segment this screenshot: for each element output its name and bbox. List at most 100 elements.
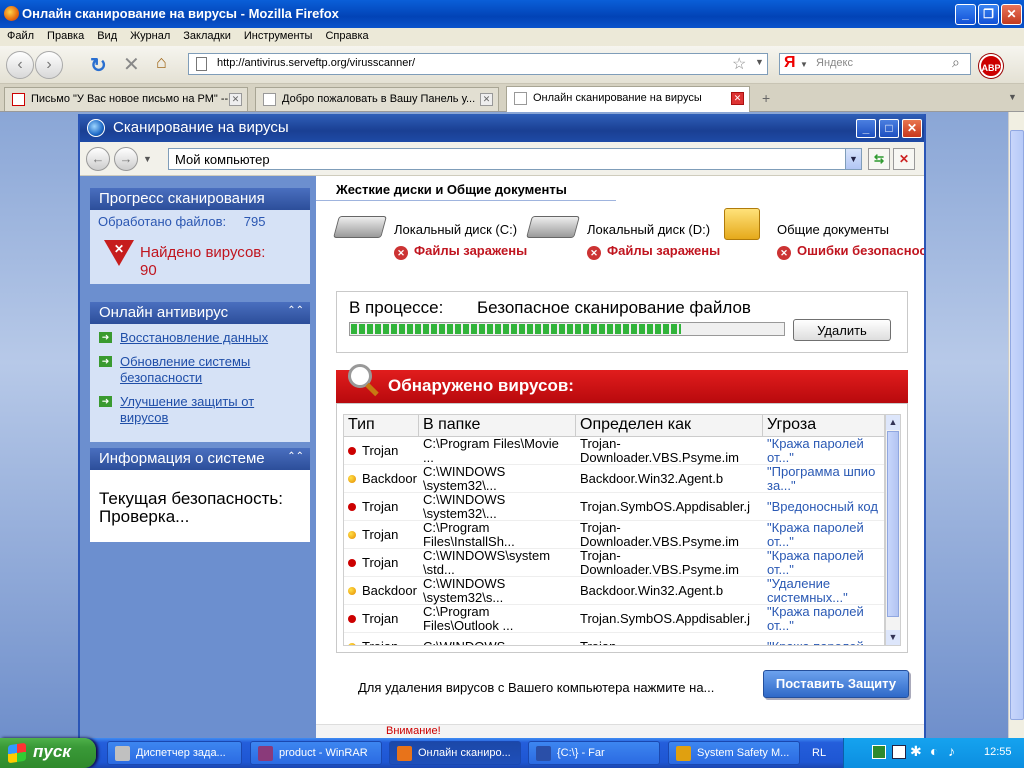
close-tab-icon[interactable]: ✕ [229, 93, 242, 106]
collapse-icon[interactable]: ⌃⌃ [287, 305, 304, 316]
menu-help[interactable]: Справка [318, 28, 374, 42]
close-tab-icon[interactable]: ✕ [731, 92, 744, 105]
tray-icon[interactable] [892, 745, 906, 759]
search-engine-dropdown-icon[interactable]: ▼ [800, 60, 808, 69]
cell-line: C:\Program [423, 521, 490, 535]
clock[interactable]: 12:55 [984, 746, 1012, 758]
taskbar-item[interactable]: System Safety M... [668, 741, 800, 765]
tab-bar: Письмо "У Вас новое письмо на РМ" --... … [0, 84, 1024, 112]
scan-progress-box: В процессе: Безопасное сканирование файл… [336, 291, 908, 353]
menu-tools[interactable]: Инструменты [237, 28, 319, 42]
table-row[interactable]: Trojan C:\WINDOWS\system \std... Trojan- Dow… [344, 549, 884, 577]
location-dropdown-icon[interactable]: ▼ [845, 149, 861, 169]
tab-scanner[interactable]: Онлайн сканирование на вирусы ✕ [506, 86, 750, 112]
cell-line: "Кража паролей [767, 437, 864, 451]
taskbar-item[interactable]: Онлайн сканиро... [389, 741, 521, 765]
menu-bookmarks[interactable]: Закладки [176, 28, 237, 42]
menu-edit[interactable]: Правка [40, 28, 90, 42]
taskbar-item[interactable]: product - WinRAR [250, 741, 382, 765]
shared-documents[interactable]: Общие документы ✕ Ошибки безопасности [719, 208, 924, 264]
viruses-found-header: Обнаружено вирусов: [336, 364, 908, 403]
menu-view[interactable]: Вид [90, 28, 123, 42]
scanner-minimize-button[interactable]: _ [856, 119, 876, 138]
page-scrollbar[interactable] [1008, 112, 1024, 738]
page-icon [196, 57, 207, 71]
panel-header: Прогресс сканирования [90, 188, 310, 210]
scroll-down-icon[interactable]: ▼ [886, 630, 900, 645]
scroll-up-icon[interactable]: ▲ [886, 415, 900, 430]
cell-type: Trojan [344, 437, 419, 465]
back-button[interactable]: ‹ [6, 51, 34, 79]
table-scrollbar[interactable]: ▲ ▼ [885, 414, 901, 646]
home-icon[interactable]: ⌂ [156, 52, 167, 73]
scanner-maximize-button[interactable]: □ [879, 119, 899, 138]
menu-history[interactable]: Журнал [123, 28, 176, 42]
cell-line: Files\Outlook ... [423, 618, 514, 633]
cell-type: Backdoor [344, 465, 419, 493]
stop-icon[interactable]: ✕ [123, 52, 140, 77]
close-button[interactable]: ✕ [1001, 4, 1022, 25]
start-button[interactable]: пуск [0, 738, 96, 768]
speaker-icon[interactable]: ♪ [948, 743, 955, 759]
star-icon[interactable]: ☆ [732, 54, 746, 74]
table-row[interactable]: Backdoor C:\WINDOWS \system32\... Backdoor.… [344, 465, 884, 493]
taskbar-item[interactable]: Диспетчер зада... [107, 741, 242, 765]
tab-panel[interactable]: Добро пожаловать в Вашу Панель у... ✕ [255, 87, 499, 111]
type-label: Trojan [362, 443, 399, 458]
table-row[interactable]: Trojan C:\Program Files\Movie... Trojan- Do… [344, 437, 884, 465]
url-dropdown-icon[interactable]: ▼ [755, 57, 764, 67]
table-scroll-thumb[interactable] [887, 431, 899, 617]
taskbar-item[interactable]: {C:\} - Far [528, 741, 660, 765]
stop-scan-icon[interactable]: ✕ [893, 148, 915, 170]
drive-c[interactable]: Локальный диск (C:) ✕ Файлы заражены [333, 210, 536, 264]
search-icon[interactable]: ⌕ [952, 54, 960, 71]
menu-file[interactable]: Файл [0, 28, 40, 42]
new-tab-icon[interactable]: + [762, 90, 770, 106]
tray-icon[interactable] [872, 745, 886, 759]
hdd-icon [333, 216, 387, 238]
scanner-close-button[interactable]: ✕ [902, 119, 922, 138]
language-indicator[interactable]: RL [812, 747, 826, 759]
history-dropdown-icon[interactable]: ▼ [143, 154, 152, 164]
cell-line: Downloader.VBS.Psyme.im [580, 562, 739, 577]
menu-bar: Файл Правка Вид Журнал Закладки Инструменты Сп… [0, 28, 1024, 46]
link-data-recovery[interactable]: ➜ Восстановление данных [90, 326, 310, 350]
cell-threat: "Вредоносный код [763, 493, 884, 521]
panel-tab-icon [263, 93, 276, 106]
reload-icon[interactable]: ↻ [90, 53, 107, 78]
minimize-button[interactable]: _ [955, 4, 976, 25]
threat-level-icon [348, 475, 356, 483]
table-row[interactable]: Trojan C:\WINDOWS Trojan- "Кража паролей [344, 633, 884, 645]
url-bar[interactable]: http://antivirus.serveftp.org/virusscann… [188, 53, 768, 75]
threat-level-icon [348, 503, 356, 511]
table-row[interactable]: Trojan C:\Program Files\Outlook ... Trojan.… [344, 605, 884, 633]
adblock-icon[interactable]: ABP [979, 54, 1003, 78]
tab-mail[interactable]: Письмо "У Вас новое письмо на РМ" --... … [4, 87, 248, 111]
go-icon[interactable]: ⇆ [868, 148, 890, 170]
link-improve-protection[interactable]: ➜ Улучшение защиты от вирусов [90, 390, 310, 430]
tray-icon[interactable]: ✱ [910, 743, 922, 760]
close-tab-icon[interactable]: ✕ [480, 93, 493, 106]
scanner-titlebar: Сканирование на вирусы _ □ ✕ [80, 114, 924, 142]
table-row[interactable]: Trojan C:\Program Files\InstallSh... Trojan… [344, 521, 884, 549]
files-count: 795 [243, 214, 266, 229]
scanner-forward-button[interactable]: → [114, 147, 138, 171]
drive-d[interactable]: Локальный диск (D:) ✕ Файлы заражены [526, 210, 729, 264]
scrollbar-thumb[interactable] [1010, 130, 1024, 720]
system-tray: ✱ ◐ ♪ 12:55 [843, 738, 1024, 768]
table-row[interactable]: Trojan C:\WINDOWS \system32\... Trojan.Symb… [344, 493, 884, 521]
cell-line: Downloader.VBS.Psyme.im [580, 534, 739, 549]
location-field[interactable]: Мой компьютер ▼ [168, 148, 862, 170]
tray-icon[interactable]: ◐ [930, 743, 938, 759]
table-row[interactable]: Backdoor C:\WINDOWS \system32\s... Backdoor… [344, 577, 884, 605]
delete-button[interactable]: Удалить [793, 319, 891, 341]
scanner-back-button[interactable]: ← [86, 147, 110, 171]
link-security-update[interactable]: ➜ Обновление системы безопасности [90, 350, 310, 390]
search-input[interactable]: Я ▼ Яндекс ⌕ [779, 53, 971, 75]
forward-button[interactable]: › [35, 51, 63, 79]
collapse-icon[interactable]: ⌃⌃ [287, 451, 304, 462]
tab-list-icon[interactable]: ▼ [1008, 92, 1017, 102]
type-label: Trojan [362, 527, 399, 542]
maximize-button[interactable]: ❐ [978, 4, 999, 25]
install-protection-button[interactable]: Поставить Защиту [763, 670, 909, 698]
